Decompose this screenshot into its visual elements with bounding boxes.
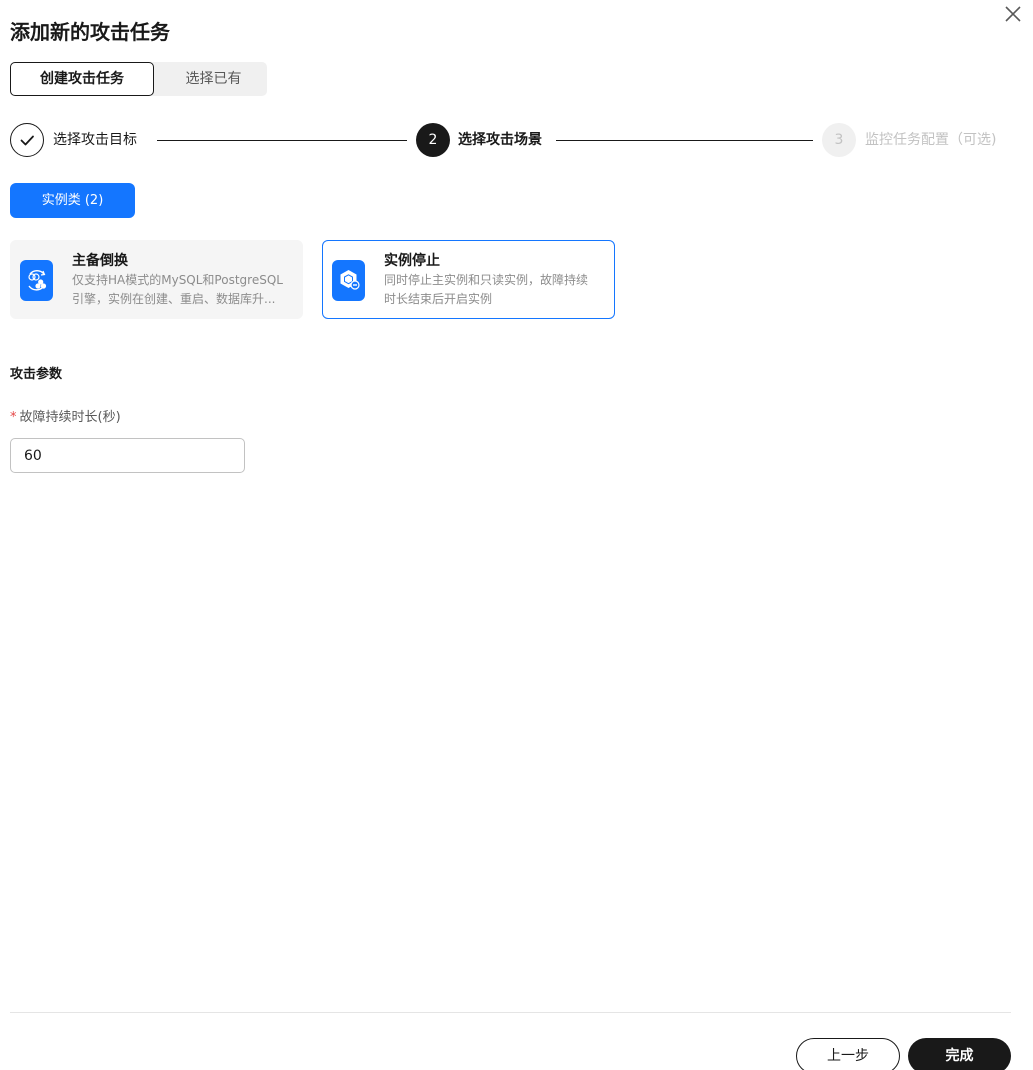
scenario-card-failover[interactable]: 主备倒换 仅支持HA模式的MySQL和PostgreSQL 引擎，实例在创建、重… — [10, 240, 303, 319]
scenario-description-line: 引擎，实例在创建、重启、数据库升... — [72, 292, 276, 306]
scenario-description-line: 时长结束后开启实例 — [384, 292, 493, 306]
scenario-description-line: 仅支持HA模式的MySQL和PostgreSQL — [72, 273, 283, 287]
step-connector-2 — [556, 140, 813, 141]
step-indicator: 选择攻击目标 2 选择攻击场景 3 监控任务配置（可选) — [10, 123, 1010, 157]
scenario-card-instance-stop[interactable]: 实例停止 同时停止主实例和只读实例，故障持续 时长结束后开启实例 — [322, 240, 615, 319]
duration-label-text: 故障持续时长(秒) — [19, 410, 121, 425]
step-2-label: 选择攻击场景 — [458, 132, 542, 148]
tab-select-existing[interactable]: 选择已有 — [160, 62, 267, 96]
close-icon[interactable] — [1003, 4, 1023, 24]
scenario-title: 实例停止 — [384, 253, 440, 269]
required-mark: * — [10, 410, 17, 425]
scenario-description: 同时停止主实例和只读实例，故障持续 时长结束后开启实例 — [384, 271, 610, 309]
step-3-number: 3 — [822, 123, 856, 157]
tab-create-attack-task[interactable]: 创建攻击任务 — [10, 62, 154, 96]
duration-field-label: * 故障持续时长(秒) — [10, 409, 121, 427]
step-connector-1 — [157, 140, 407, 141]
step-1-label: 选择攻击目标 — [53, 132, 137, 148]
duration-input[interactable] — [10, 438, 245, 473]
scenario-description-line: 同时停止主实例和只读实例，故障持续 — [384, 273, 589, 287]
dialog-title: 添加新的攻击任务 — [10, 20, 170, 44]
step-1-check-icon — [10, 123, 44, 157]
scenario-description: 仅支持HA模式的MySQL和PostgreSQL 引擎，实例在创建、重启、数据库… — [72, 271, 298, 309]
category-instance-button[interactable]: 实例类 (2) — [10, 183, 135, 218]
footer-divider — [10, 1012, 1011, 1013]
mode-segmented-control: 创建攻击任务 选择已有 — [10, 62, 267, 96]
attack-params-heading: 攻击参数 — [10, 367, 63, 382]
previous-step-button[interactable]: 上一步 — [796, 1038, 900, 1070]
finish-button[interactable]: 完成 — [908, 1038, 1011, 1070]
scenario-title: 主备倒换 — [72, 253, 128, 269]
step-2-number: 2 — [416, 123, 450, 157]
instance-stop-icon — [332, 260, 365, 301]
failover-icon — [20, 260, 53, 301]
step-3-label: 监控任务配置（可选) — [865, 132, 997, 148]
